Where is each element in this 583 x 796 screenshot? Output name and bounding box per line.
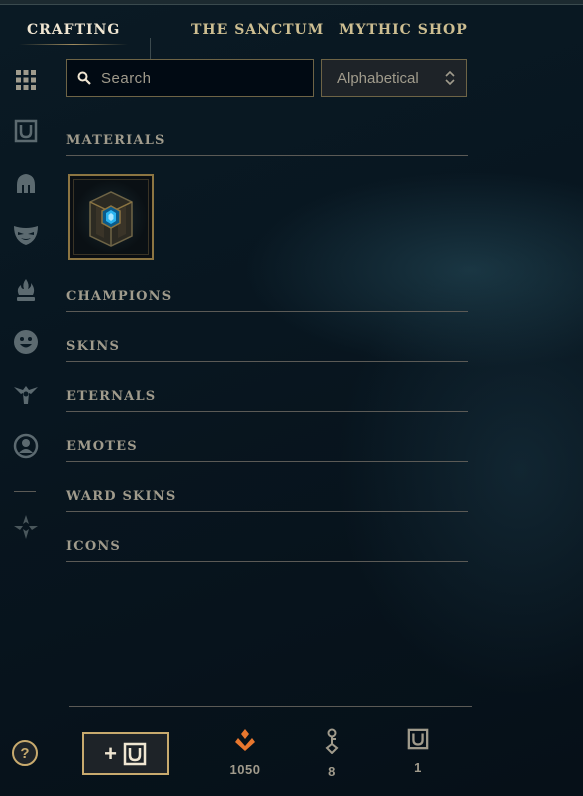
section-label: ETERNALS bbox=[66, 389, 157, 404]
section-icons[interactable]: ICONS bbox=[66, 539, 468, 562]
section-label: WARD SKINS bbox=[66, 489, 177, 504]
section-label: MATERIALS bbox=[66, 133, 166, 148]
mask-icon[interactable] bbox=[12, 221, 40, 249]
plus-icon: + bbox=[104, 740, 117, 766]
search-icon bbox=[77, 71, 91, 85]
ward-icon[interactable] bbox=[12, 381, 40, 409]
helmet-icon[interactable] bbox=[12, 170, 40, 198]
tab-crafting[interactable]: CRAFTING bbox=[18, 22, 129, 45]
currency-keys: 8 bbox=[307, 728, 357, 779]
eternals-icon[interactable] bbox=[12, 513, 40, 541]
hextech-chest-icon bbox=[73, 179, 149, 255]
section-label: EMOTES bbox=[66, 439, 138, 454]
top-border bbox=[0, 0, 583, 5]
search-box[interactable] bbox=[66, 59, 314, 97]
section-champions[interactable]: CHAMPIONS bbox=[66, 289, 468, 312]
chest-icon bbox=[123, 742, 147, 765]
flame-icon[interactable] bbox=[12, 276, 40, 304]
section-ward-skins[interactable]: WARD SKINS bbox=[66, 489, 468, 512]
search-input[interactable] bbox=[99, 68, 303, 88]
footer-divider bbox=[69, 706, 472, 707]
profile-icon[interactable] bbox=[12, 432, 40, 460]
add-chest-button[interactable]: + bbox=[82, 732, 169, 775]
orange-essence-value: 1050 bbox=[229, 762, 261, 777]
sort-chevron-icon bbox=[445, 70, 455, 86]
section-materials[interactable]: MATERIALS bbox=[66, 133, 468, 156]
grid-icon[interactable] bbox=[12, 66, 40, 94]
sort-selected-label: Alphabetical bbox=[337, 69, 419, 87]
key-icon bbox=[325, 728, 339, 754]
sidebar-divider bbox=[14, 491, 36, 492]
section-label: SKINS bbox=[66, 339, 121, 354]
section-emotes[interactable]: EMOTES bbox=[66, 439, 468, 462]
chests-value: 1 bbox=[414, 760, 422, 775]
keys-value: 8 bbox=[328, 764, 336, 779]
chest-icon[interactable] bbox=[12, 117, 40, 145]
section-eternals[interactable]: ETERNALS bbox=[66, 389, 468, 412]
section-label: ICONS bbox=[66, 539, 122, 554]
section-label: CHAMPIONS bbox=[66, 289, 173, 304]
chest-icon bbox=[407, 728, 429, 750]
tab-mythic-shop[interactable]: MYTHIC SHOP bbox=[339, 22, 468, 38]
section-skins[interactable]: SKINS bbox=[66, 339, 468, 362]
help-button[interactable]: ? bbox=[12, 740, 38, 766]
currency-orange-essence: 1050 bbox=[220, 728, 270, 777]
orange-essence-icon bbox=[235, 729, 255, 751]
tab-the-sanctum[interactable]: THE SANCTUM bbox=[191, 22, 324, 38]
nav-divider bbox=[150, 38, 151, 60]
emote-icon[interactable] bbox=[12, 328, 40, 356]
material-item[interactable] bbox=[68, 174, 154, 260]
currency-chests: 1 bbox=[393, 728, 443, 775]
sort-dropdown[interactable]: Alphabetical bbox=[321, 59, 467, 97]
